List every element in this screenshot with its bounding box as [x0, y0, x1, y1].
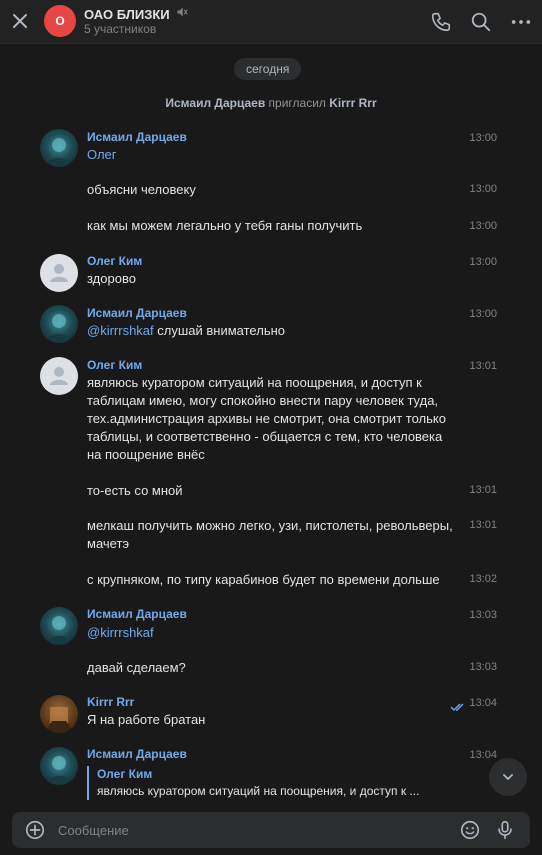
message-feed[interactable]: сегодня Исмаил Дарцаев пригласил Kirrr R… — [0, 44, 542, 801]
chat-title[interactable]: ОАО БЛИЗКИ — [84, 7, 170, 22]
message-text: как мы можем легально у тебя ганы получи… — [87, 218, 363, 233]
message-author[interactable]: Олег Ким — [87, 254, 142, 268]
message-text: давай сделаем? — [87, 660, 186, 675]
message-time: 13:03 — [469, 609, 497, 621]
message-author[interactable]: Исмаил Дарцаев — [87, 607, 187, 621]
message-text: здорово — [87, 271, 136, 286]
message-time: 13:00 — [469, 183, 497, 195]
message-input[interactable] — [58, 812, 438, 848]
message-time: 13:04 — [469, 749, 497, 761]
message-time: 13:03 — [469, 661, 497, 673]
composer — [12, 812, 530, 848]
chevron-down-icon — [503, 774, 513, 780]
message-author[interactable]: Исмаил Дарцаев — [87, 130, 187, 144]
date-separator: сегодня — [234, 58, 302, 80]
service-actor[interactable]: Исмаил Дарцаев — [165, 96, 265, 110]
emoji-icon[interactable] — [459, 819, 481, 841]
avatar[interactable] — [40, 129, 78, 167]
avatar[interactable] — [40, 607, 78, 645]
message-text: объясни человеку — [87, 182, 196, 197]
message-text: Я на работе братан — [87, 712, 206, 727]
message-text: с крупняком, по типу карабинов будет по … — [87, 572, 440, 587]
reply-text: являюсь куратором ситуаций на поощрения,… — [97, 784, 420, 798]
message-time: 13:01 — [469, 519, 497, 531]
reply-quote[interactable]: Олег Ким являюсь куратором ситуаций на п… — [87, 766, 457, 800]
reply-author: Олег Ким — [97, 767, 153, 781]
message-text-rest: слушай внимательно — [157, 323, 286, 338]
avatar[interactable] — [40, 695, 78, 733]
mention-link[interactable]: @kirrrshkaf — [87, 624, 457, 642]
message-author[interactable]: Исмаил Дарцаев — [87, 306, 187, 320]
message-author[interactable]: Олег Ким — [87, 358, 142, 372]
avatar[interactable] — [40, 254, 78, 292]
message-time: 13:00 — [469, 132, 497, 144]
read-check-icon — [450, 699, 466, 711]
close-icon[interactable] — [8, 9, 32, 33]
message-time: 13:04 — [469, 697, 497, 709]
message-time: 13:00 — [469, 256, 497, 268]
message-text[interactable]: Олег — [87, 146, 457, 164]
message-author[interactable]: Исмаил Дарцаев — [87, 747, 187, 761]
chat-avatar[interactable]: О — [44, 5, 76, 37]
mute-icon — [176, 5, 188, 23]
message-time: 13:00 — [469, 308, 497, 320]
service-target[interactable]: Kirrr Rrr — [329, 96, 376, 110]
chat-title-row[interactable]: ОАО БЛИЗКИ — [84, 5, 188, 23]
message-text: то-есть со мной — [87, 483, 183, 498]
avatar[interactable] — [40, 747, 78, 785]
chat-header: О ОАО БЛИЗКИ 5 участников — [0, 0, 542, 44]
message-text: мелкаш получить можно легко, узи, пистол… — [87, 518, 453, 551]
avatar[interactable] — [40, 305, 78, 343]
message-text: являюсь куратором ситуаций на поощрения,… — [87, 375, 446, 462]
composer-bar — [0, 801, 542, 855]
more-icon[interactable] — [510, 11, 532, 33]
message-text: @kirrrshkaf слушай внимательно — [87, 322, 457, 340]
phone-icon[interactable] — [430, 11, 452, 33]
message-time: 13:02 — [469, 573, 497, 585]
search-icon[interactable] — [470, 11, 492, 33]
service-message: Исмаил Дарцаев пригласил Kirrr Rrr — [0, 96, 542, 110]
microphone-icon[interactable] — [494, 819, 516, 841]
mention-link[interactable]: @kirrrshkaf — [87, 323, 154, 338]
message-time: 13:01 — [469, 360, 497, 372]
attach-icon[interactable] — [24, 819, 46, 841]
avatar[interactable] — [40, 357, 78, 395]
service-verb: пригласил — [268, 96, 326, 110]
chat-members-count[interactable]: 5 участников — [84, 22, 156, 36]
message-time: 13:01 — [469, 484, 497, 496]
chat-avatar-letter: О — [55, 14, 65, 28]
message-author[interactable]: Kirrr Rrr — [87, 695, 134, 709]
scroll-down-button[interactable] — [489, 758, 527, 796]
message-time: 13:00 — [469, 220, 497, 232]
